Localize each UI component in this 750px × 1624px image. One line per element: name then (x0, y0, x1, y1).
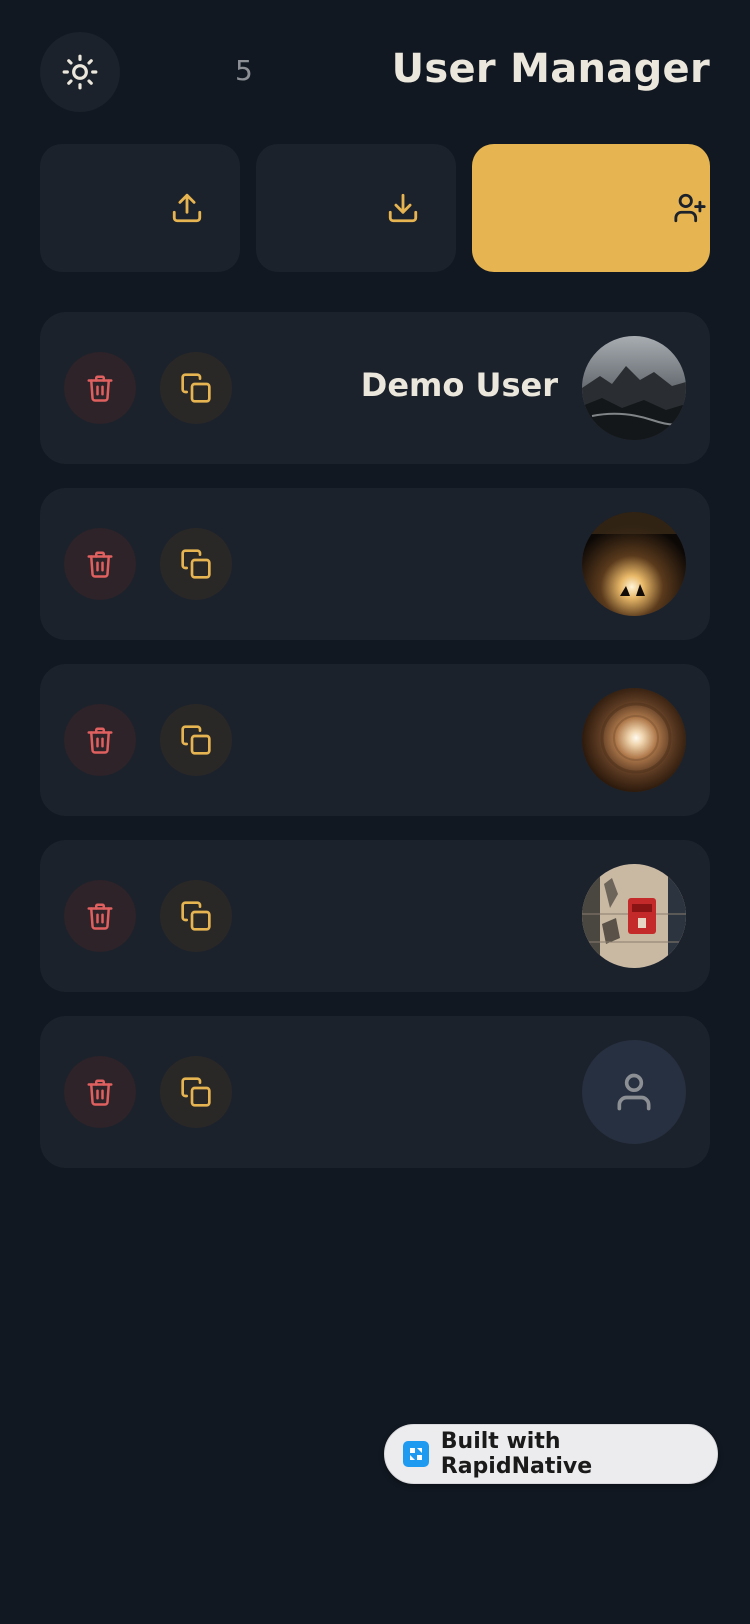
user-card[interactable]: Demo User (40, 312, 710, 464)
user-card[interactable] (40, 840, 710, 992)
user-card[interactable] (40, 488, 710, 640)
copy-button[interactable] (160, 352, 232, 424)
download-icon (388, 193, 418, 223)
avatar (582, 1040, 686, 1144)
trash-icon (87, 551, 113, 578)
trash-icon (87, 1079, 113, 1106)
rapidnative-logo-icon (403, 1441, 429, 1467)
user-count: 5 (235, 54, 253, 87)
trash-icon (87, 903, 113, 930)
avatar-photo-glowing-tunnel (582, 688, 686, 792)
delete-button[interactable] (64, 528, 136, 600)
trash-icon (87, 727, 113, 754)
delete-button[interactable] (64, 704, 136, 776)
avatar-photo-red-box-on-wall (582, 864, 686, 968)
copy-icon (181, 373, 211, 403)
avatar-photo-rocky-seashore (582, 336, 686, 440)
import-button[interactable] (256, 144, 456, 272)
theme-toggle-button[interactable] (40, 32, 120, 112)
delete-button[interactable] (64, 352, 136, 424)
copy-button[interactable] (160, 704, 232, 776)
copy-icon (181, 549, 211, 579)
delete-button[interactable] (64, 1056, 136, 1128)
copy-icon (181, 725, 211, 755)
copy-button[interactable] (160, 880, 232, 952)
upload-icon (172, 193, 202, 223)
built-with-badge[interactable]: Built with RapidNative (384, 1424, 718, 1484)
add-user-button[interactable] (472, 144, 710, 272)
sun-icon (62, 54, 98, 90)
copy-button[interactable] (160, 1056, 232, 1128)
user-name: Demo User (360, 366, 558, 404)
copy-icon (181, 1077, 211, 1107)
avatar (582, 688, 686, 792)
avatar (582, 336, 686, 440)
export-button[interactable] (40, 144, 240, 272)
copy-icon (181, 901, 211, 931)
toolbar (40, 144, 710, 272)
header: 5 User Manager (40, 32, 710, 112)
copy-button[interactable] (160, 528, 232, 600)
user-card[interactable] (40, 664, 710, 816)
page-title: User Manager (391, 46, 710, 92)
user-card[interactable] (40, 1016, 710, 1168)
user-plus-icon (674, 193, 706, 223)
person-placeholder-icon (617, 1073, 651, 1111)
trash-icon (87, 375, 113, 402)
avatar (582, 864, 686, 968)
delete-button[interactable] (64, 880, 136, 952)
avatar-photo-dark-cave-light (582, 512, 686, 616)
badge-label: Built with RapidNative (440, 1429, 593, 1479)
avatar (582, 512, 686, 616)
